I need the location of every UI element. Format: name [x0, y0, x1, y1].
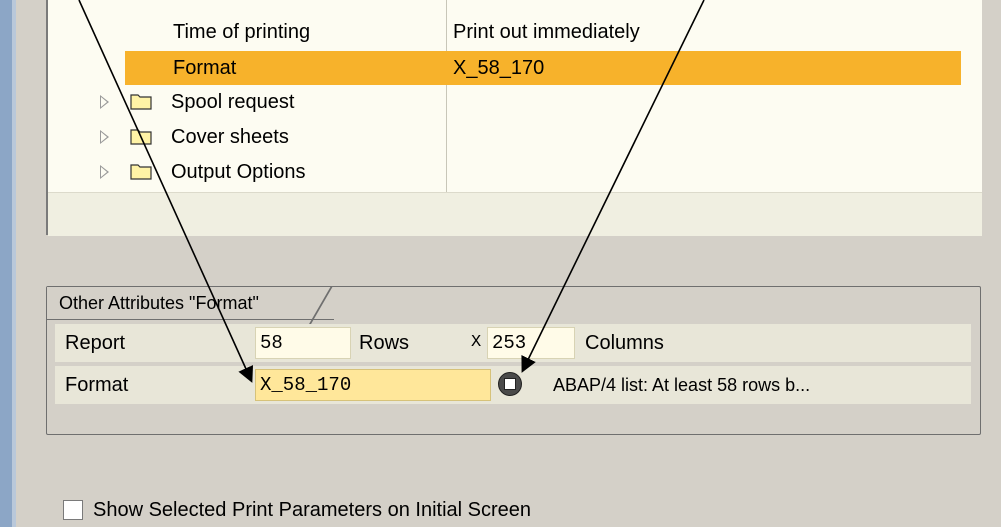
- expand-triangle-icon[interactable]: [100, 95, 109, 109]
- tree-row-label: Format: [173, 57, 237, 79]
- tree-row-value: Print out immediately: [453, 21, 640, 43]
- print-settings-tree: Time of printing Print out immediately F…: [46, 0, 982, 236]
- group-title-tab: Other Attributes "Format": [47, 286, 334, 324]
- show-params-checkbox[interactable]: [63, 500, 83, 520]
- tree-row-label: Time of printing: [173, 21, 311, 43]
- group-title: Other Attributes "Format": [59, 293, 259, 313]
- times-label: X: [471, 333, 482, 352]
- tree-row-format[interactable]: Format X_58_170: [46, 51, 982, 85]
- expand-triangle-icon[interactable]: [100, 165, 109, 179]
- folder-icon: [130, 94, 152, 110]
- rows-input[interactable]: 58: [255, 327, 351, 359]
- format-description: ABAP/4 list: At least 58 rows b...: [553, 375, 811, 395]
- value-help-icon: [504, 378, 516, 390]
- left-frame-bar-inner: [12, 0, 16, 527]
- tree-row-label: Cover sheets: [171, 126, 289, 148]
- expand-triangle-icon[interactable]: [100, 130, 109, 144]
- tree-row-output-options[interactable]: Output Options: [46, 155, 982, 189]
- columns-input[interactable]: 253: [487, 327, 575, 359]
- tab-edge: [309, 286, 333, 324]
- tree-row-time-of-printing[interactable]: Time of printing Print out immediately: [46, 15, 982, 49]
- tree-row-spool-request[interactable]: Spool request: [46, 85, 982, 119]
- report-label: Report: [65, 332, 126, 354]
- value-help-button[interactable]: [498, 372, 522, 396]
- report-row: Report 58 Rows X 253 Columns: [55, 324, 971, 362]
- format-input[interactable]: X_58_170: [255, 369, 491, 401]
- show-params-label: Show Selected Print Parameters on Initia…: [93, 499, 531, 521]
- folder-icon: [130, 164, 152, 180]
- other-attributes-group: Other Attributes "Format" Report 58 Rows…: [46, 286, 981, 435]
- folder-icon: [130, 129, 152, 145]
- left-frame-bar: [0, 0, 12, 527]
- tree-row-cover-sheets[interactable]: Cover sheets: [46, 120, 982, 154]
- tree-row-label: Output Options: [171, 161, 306, 183]
- rows-label: Rows: [359, 332, 410, 354]
- tree-row-label: Spool request: [171, 91, 295, 113]
- tree-row-value: X_58_170: [453, 57, 545, 79]
- columns-label: Columns: [585, 332, 664, 354]
- format-row: Format X_58_170 ABAP/4 list: At least 58…: [55, 366, 971, 404]
- format-label: Format: [65, 374, 129, 396]
- tree-empty-row: [48, 192, 982, 236]
